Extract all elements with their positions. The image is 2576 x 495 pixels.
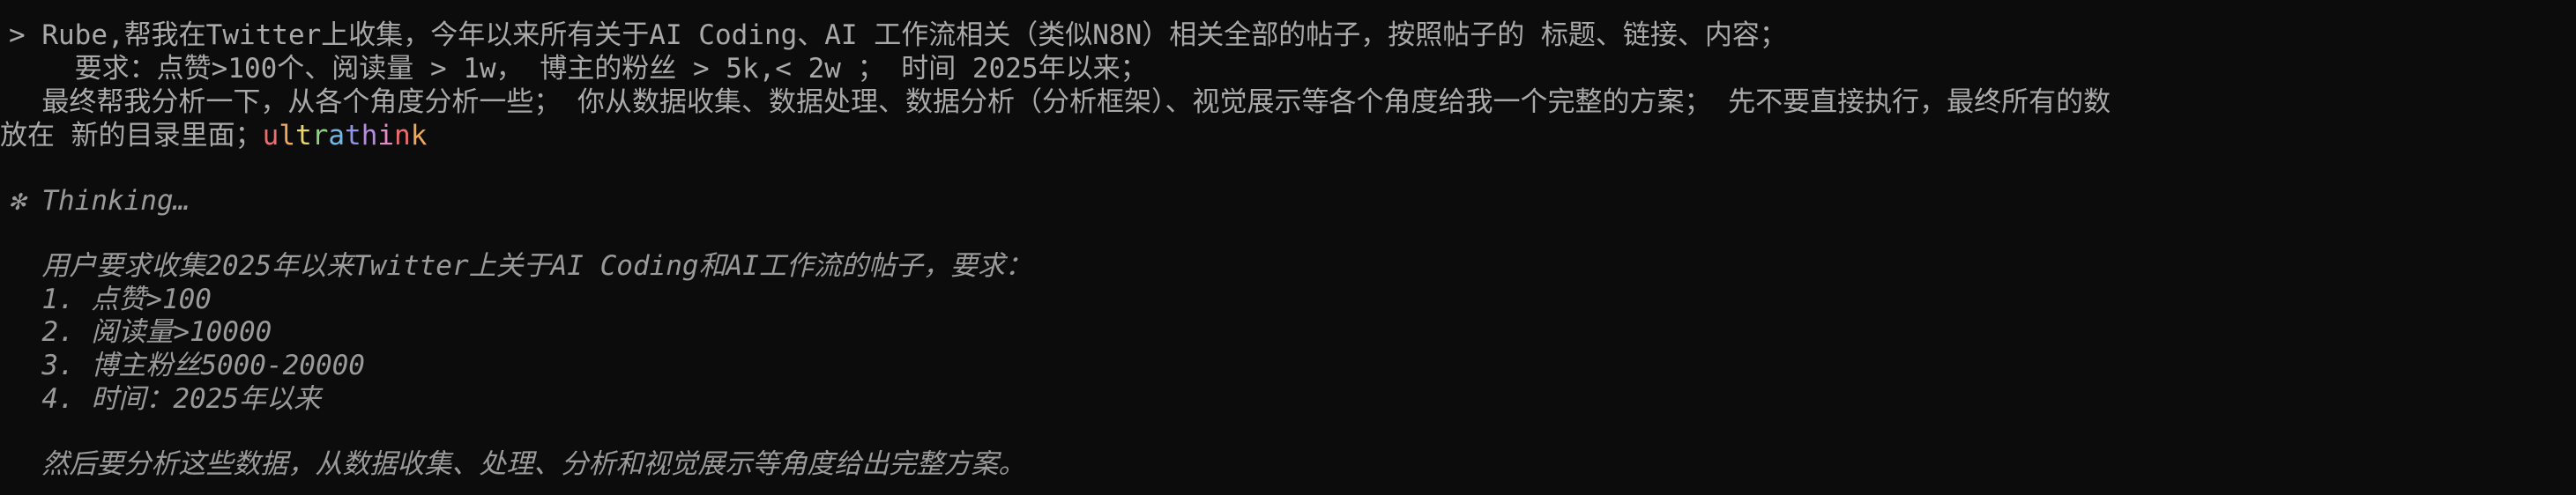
thinking-header: ✻ Thinking…: [9, 185, 190, 217]
keyword-letter: k: [410, 120, 428, 151]
keyword-letter: h: [361, 120, 378, 151]
keyword-letter: t: [295, 120, 312, 151]
keyword-letter: n: [394, 120, 411, 151]
keyword-letter: i: [377, 120, 395, 151]
thinking-intro: 用户要求收集2025年以来Twitter上关于AI Coding和AI工作流的帖…: [9, 250, 1032, 282]
keyword-letter: u: [262, 120, 279, 151]
keyword-letter: a: [328, 120, 346, 151]
prompt-line-1: > Rube,帮我在Twitter上收集，今年以来所有关于AI Coding、A…: [9, 19, 1787, 51]
prompt-text-1: Rube,帮我在Twitter上收集，今年以来所有关于AI Coding、AI …: [25, 19, 1787, 51]
keyword-letter: t: [345, 120, 361, 151]
prompt-text-4: 放在 新的目录里面；: [0, 120, 263, 151]
prompt-line-3: 最终帮我分析一下，从各个角度分析一些； 你从数据收集、数据处理、数据分析（分析框…: [9, 86, 2111, 118]
terminal-window: > Rube,帮我在Twitter上收集，今年以来所有关于AI Coding、A…: [0, 0, 2576, 495]
keyword-letter: l: [279, 120, 296, 151]
thinking-item: 3. 博主粉丝5000-20000: [9, 350, 365, 381]
prompt-line-4: 放在 新的目录里面；ultrathink: [0, 120, 427, 151]
thinking-item: 2. 阅读量>10000: [9, 316, 272, 348]
thinking-item: 4. 时间：2025年以来: [9, 383, 321, 415]
prompt-line-2: 要求：点赞>100个、阅读量 > 1w， 博主的粉丝 > 5k,< 2w ； 时…: [9, 53, 1148, 85]
thinking-conclusion: 然后要分析这些数据，从数据收集、处理、分析和视觉展示等角度给出完整方案。: [9, 448, 1026, 480]
keyword-letter: r: [311, 120, 329, 151]
prompt-symbol: >: [9, 19, 26, 51]
thinking-item: 1. 点赞>100: [9, 284, 212, 315]
ultrathink-keyword: ultrathink: [263, 120, 428, 151]
